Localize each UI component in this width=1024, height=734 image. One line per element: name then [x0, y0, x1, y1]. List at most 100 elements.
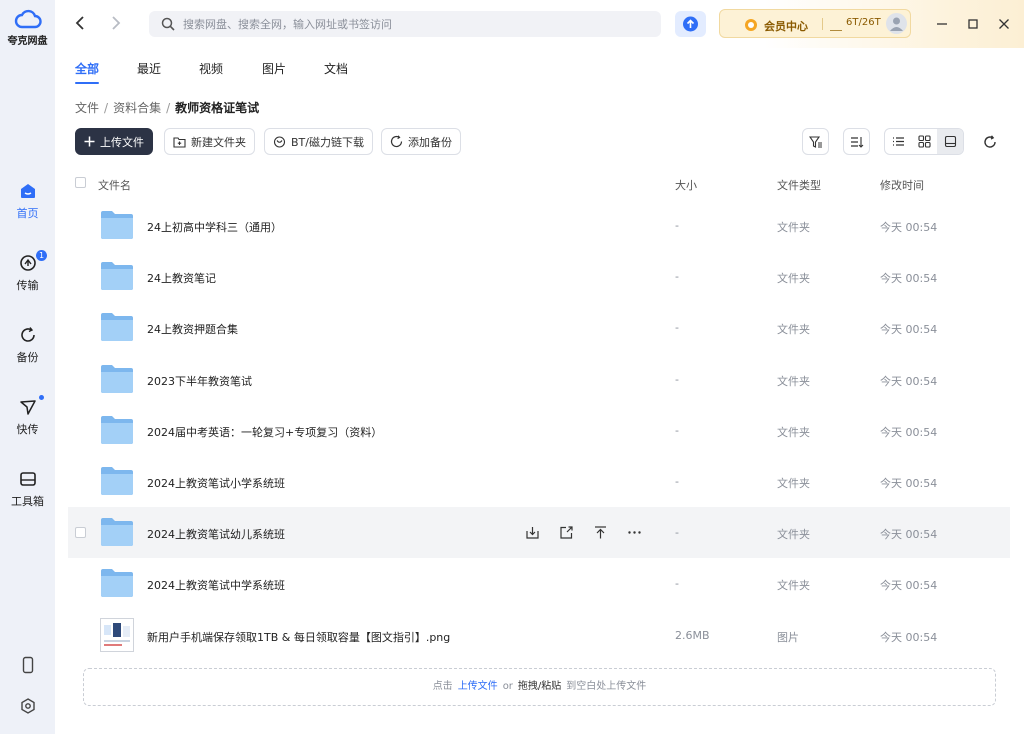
breadcrumb-item[interactable]: 资料合集 [113, 101, 161, 115]
table-row[interactable]: 2023下半年教资笔试 - 文件夹 今天 00:54 [68, 354, 1010, 405]
file-thumbnail [100, 414, 134, 449]
dropzone-upload-link[interactable]: 上传文件 [458, 681, 498, 692]
back-button[interactable] [71, 13, 91, 33]
file-name[interactable]: 2024上教资笔试小学系统班 [147, 475, 285, 491]
sidebar-item-toolbox[interactable]: 工具箱 [0, 470, 55, 509]
more-button[interactable] [624, 522, 644, 542]
sidebar-item-label: 备份 [16, 351, 39, 364]
sidebar-item-home[interactable]: 首页 [0, 182, 55, 221]
table-row[interactable]: 2024届中考英语：一轮复习+专项复习（资料） - 文件夹 今天 00:54 [68, 405, 1010, 456]
sidebar-item-quick-send[interactable]: 快传 [0, 395, 55, 437]
share-button[interactable] [556, 522, 576, 542]
maximize-button[interactable] [963, 14, 983, 34]
sort-icon [850, 136, 863, 148]
file-type: 文件夹 [777, 528, 810, 542]
file-modified-time: 今天 00:54 [880, 630, 938, 644]
refresh-icon [984, 135, 996, 148]
settings-button[interactable] [0, 697, 55, 715]
home-icon [20, 184, 35, 198]
maximize-icon [968, 19, 978, 29]
table-row[interactable]: 24上初高中学科三（通用） - 文件夹 今天 00:54 [68, 200, 1010, 251]
upload-shortcut-button[interactable] [675, 11, 706, 37]
upload-file-button[interactable]: 上传文件 [75, 128, 153, 155]
vip-center[interactable]: 会员中心 6T/26T [719, 9, 911, 38]
file-name[interactable]: 2024上教资笔试中学系统班 [147, 577, 285, 593]
tab-recent[interactable]: 最近 [137, 60, 161, 77]
add-backup-button[interactable]: 添加备份 [381, 128, 461, 155]
storage-quota: 6T/26T [846, 17, 881, 28]
mobile-button[interactable] [0, 656, 55, 674]
tab-all[interactable]: 全部 [75, 60, 99, 77]
image-thumbnail [100, 617, 134, 652]
preview-view-button[interactable] [937, 129, 963, 154]
top-bar: 会员中心 6T/26T [55, 0, 1024, 48]
table-row[interactable]: 2024上教资笔试中学系统班 - 文件夹 今天 00:54 [68, 558, 1010, 609]
file-size: - [675, 526, 679, 540]
file-size: - [675, 423, 679, 437]
file-type: 文件夹 [777, 476, 810, 490]
table-row[interactable]: 24上教资笔记 - 文件夹 今天 00:54 [68, 251, 1010, 302]
select-all-checkbox[interactable] [75, 177, 86, 188]
breadcrumb-item[interactable]: 文件 [75, 101, 99, 115]
file-name[interactable]: 24上教资笔记 [147, 270, 216, 286]
table-row[interactable]: 2024上教资笔试幼儿系统班 - 文件夹 今天 00:54 [68, 507, 1010, 559]
plus-icon [84, 136, 95, 147]
sidebar-item-transfer[interactable]: 1 传输 [0, 250, 55, 293]
tab-document[interactable]: 文档 [324, 60, 348, 77]
table-row[interactable]: 24上教资押题合集 - 文件夹 今天 00:54 [68, 302, 1010, 353]
app-logo[interactable]: 夸克网盘 [0, 8, 55, 47]
upload-dropzone[interactable]: 点击 上传文件 or 拖拽/粘贴 到空白处上传文件 [83, 668, 996, 706]
new-folder-button[interactable]: 新建文件夹 [164, 128, 255, 155]
preview-icon [944, 135, 956, 148]
bt-magnet-download-button[interactable]: BT/磁力链下载 [264, 128, 373, 155]
list-icon [892, 137, 904, 146]
divider [822, 18, 823, 30]
filter-button[interactable] [802, 128, 829, 155]
column-header-modified[interactable]: 修改时间 [880, 177, 924, 193]
file-modified-time: 今天 00:54 [880, 425, 938, 439]
tab-image[interactable]: 图片 [262, 60, 286, 77]
app-name: 夸克网盘 [7, 36, 48, 47]
folder-icon [101, 415, 133, 444]
file-modified-time: 今天 00:54 [880, 323, 938, 337]
avatar[interactable] [886, 13, 907, 34]
file-type: 文件夹 [777, 425, 810, 439]
file-thumbnail [100, 311, 134, 346]
close-button[interactable] [994, 14, 1014, 34]
table-row[interactable]: 新用户手机端保存领取1TB & 每日领取容量【图文指引】.png 2.6MB 图片 今… [68, 610, 1010, 661]
file-name[interactable]: 2023下半年教资笔试 [147, 373, 252, 389]
file-name[interactable]: 2024届中考英语：一轮复习+专项复习（资料） [147, 424, 382, 440]
sort-button[interactable] [843, 128, 870, 155]
grid-icon [917, 135, 931, 148]
dropzone-drag-text: 拖拽/粘贴 [517, 681, 562, 692]
add-backup-label: 添加备份 [408, 135, 452, 149]
file-name[interactable]: 新用户手机端保存领取1TB & 每日领取容量【图文指引】.png [147, 629, 450, 645]
minimize-button[interactable] [932, 14, 952, 34]
move-to-top-button[interactable] [590, 522, 610, 542]
list-view-button[interactable] [885, 129, 911, 154]
file-size: 2.6MB [675, 628, 710, 642]
forward-button[interactable] [105, 13, 125, 33]
download-button[interactable] [522, 522, 542, 542]
share-icon [559, 526, 573, 539]
file-size: - [675, 372, 679, 386]
file-name[interactable]: 24上教资押题合集 [147, 321, 238, 337]
file-list: 24上初高中学科三（通用） - 文件夹 今天 00:54 24上教资笔记 - 文件夹 今天 0… [68, 200, 1010, 661]
refresh-button[interactable] [980, 132, 1000, 152]
search-input[interactable] [183, 11, 653, 37]
sidebar-item-backup[interactable]: 备份 [0, 326, 55, 365]
search-box[interactable] [149, 11, 661, 37]
row-checkbox[interactable] [75, 527, 86, 539]
grid-view-button[interactable] [911, 129, 937, 154]
column-header-size[interactable]: 大小 [675, 177, 697, 193]
tab-video[interactable]: 视频 [199, 60, 223, 77]
folder-icon [101, 518, 133, 547]
file-type: 文件夹 [777, 579, 810, 593]
file-name[interactable]: 24上初高中学科三（通用） [147, 219, 282, 235]
column-header-type[interactable]: 文件类型 [777, 177, 821, 193]
table-row[interactable]: 2024上教资笔试小学系统班 - 文件夹 今天 00:54 [68, 456, 1010, 507]
file-name[interactable]: 2024上教资笔试幼儿系统班 [147, 526, 285, 542]
column-header-name[interactable]: 文件名 [98, 177, 131, 193]
close-icon [999, 19, 1009, 29]
dropzone-text: 点击 [432, 681, 453, 692]
